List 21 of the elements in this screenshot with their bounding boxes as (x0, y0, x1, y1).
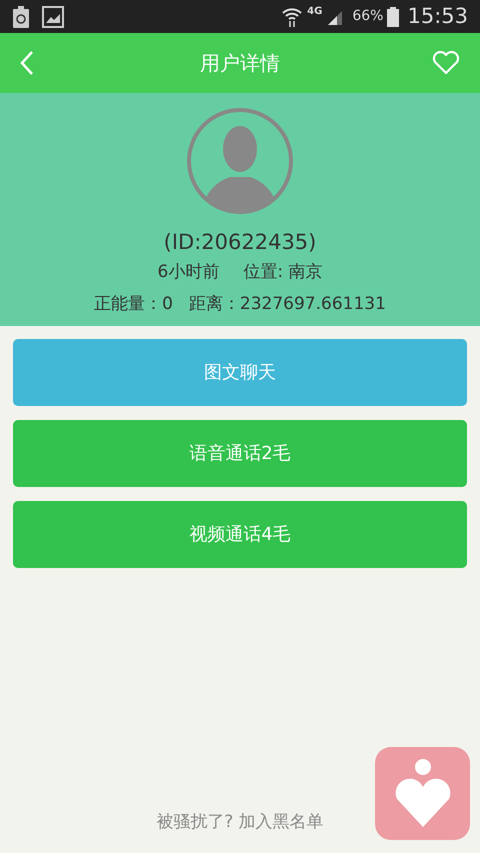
avatar-icon (186, 107, 294, 215)
page-title: 用户详情 (199, 50, 281, 77)
image-icon (42, 6, 64, 28)
energy: 正能量：0 (94, 293, 173, 316)
battery-percent: 66% (352, 7, 384, 26)
action-button[interactable]: 图文聊天 (13, 339, 467, 406)
distance: 距离：2327697.661131 (188, 293, 386, 316)
network-label: 4G (307, 5, 322, 19)
action-button[interactable]: 视频通话4毛 (13, 501, 467, 568)
floating-app-button[interactable] (375, 747, 470, 840)
back-icon (20, 50, 34, 76)
clock: 15:53 (407, 2, 468, 30)
blacklist-link[interactable]: 被骚扰了? 加入黑名单 (156, 810, 324, 835)
location: 位置: 南京 (243, 261, 322, 284)
action-button[interactable]: 语音通话2毛 (13, 420, 467, 487)
last-seen: 6小时前 (158, 261, 220, 284)
wifi-icon (281, 6, 304, 28)
battery-icon (387, 6, 400, 26)
heart-icon (432, 51, 460, 75)
user-id: (ID:20622435) (164, 229, 316, 255)
battery-saver-icon (12, 6, 30, 28)
